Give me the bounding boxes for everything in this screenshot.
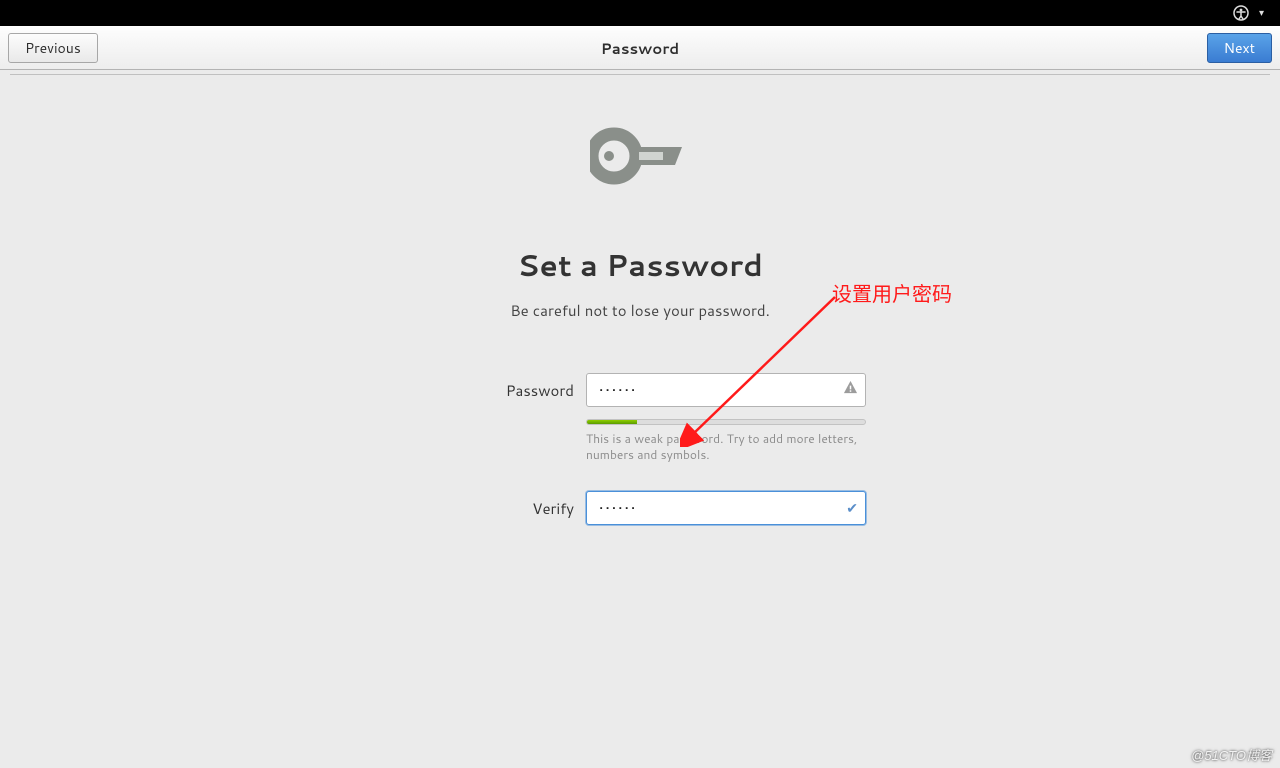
key-icon — [590, 125, 690, 193]
verify-label: Verify — [414, 498, 574, 519]
annotation-text: 设置用户密码 — [832, 278, 952, 307]
header-title: Password — [0, 38, 1280, 59]
password-strength-hint: This is a weak password. Try to add more… — [586, 431, 866, 463]
previous-button[interactable]: Previous — [8, 33, 98, 63]
verify-input[interactable] — [586, 491, 866, 525]
accessibility-icon[interactable] — [1233, 5, 1249, 21]
password-label: Password — [414, 380, 574, 401]
chevron-down-icon[interactable]: ▾ — [1259, 6, 1264, 20]
next-button[interactable]: Next — [1207, 33, 1272, 63]
content-area: Set a Password Be careful not to lose yo… — [0, 75, 1280, 533]
page-title: Set a Password — [517, 243, 763, 286]
top-panel: ▾ — [0, 0, 1280, 26]
verify-input-wrap: ✔ — [586, 491, 866, 525]
password-input-wrap — [586, 373, 866, 407]
watermark: @51CTO博客 — [1191, 745, 1272, 764]
header-bar: Previous Password Next — [0, 26, 1280, 70]
password-strength-meter — [586, 419, 866, 425]
page-subtitle: Be careful not to lose your password. — [510, 300, 770, 321]
verify-row: Verify ✔ — [414, 491, 866, 525]
password-input[interactable] — [586, 373, 866, 407]
password-row: Password — [414, 373, 866, 407]
